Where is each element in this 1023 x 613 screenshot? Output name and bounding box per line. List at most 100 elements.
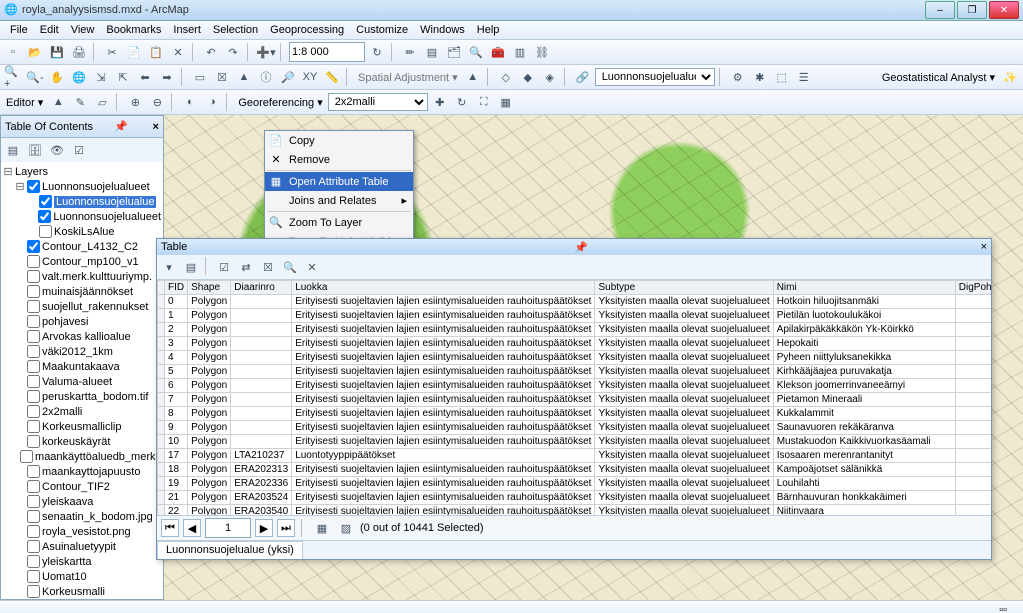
attribute-table[interactable]: FIDShapeDiaarinroLuokkaSubtypeNimiDigPoh… bbox=[157, 280, 991, 515]
spatial-adjustment-label[interactable]: Spatial Adjustment ▾ bbox=[355, 71, 461, 84]
print-icon[interactable]: 🖨 bbox=[69, 42, 89, 62]
toc-item[interactable]: pohjavesi bbox=[3, 314, 161, 329]
toc-item[interactable]: senaatin_k_bodom.jpg bbox=[3, 509, 161, 524]
arctoolbox-icon[interactable]: 🧰 bbox=[488, 42, 508, 62]
toc-item[interactable]: maankayttojapuusto bbox=[3, 464, 161, 479]
menu-bookmarks[interactable]: Bookmarks bbox=[100, 22, 167, 38]
editor-tool2-icon[interactable]: ▱ bbox=[92, 92, 112, 112]
toc-item[interactable]: peruskartta_bodom.tif bbox=[3, 389, 161, 404]
copy-icon[interactable]: 📄 bbox=[124, 42, 144, 62]
table-row[interactable]: 8PolygonErityisesti suojeltavien lajien … bbox=[158, 407, 992, 421]
col-header[interactable]: Shape bbox=[188, 281, 231, 295]
sa-link-icon[interactable]: 🔗 bbox=[573, 67, 593, 87]
toc-item[interactable]: royla_vesistot.png bbox=[3, 524, 161, 539]
toc-item[interactable]: Valuma-alueet bbox=[3, 374, 161, 389]
attr-switchsel-icon[interactable]: ⇄ bbox=[236, 257, 256, 277]
table-row[interactable]: 19PolygonERA202336Erityisesti suojeltavi… bbox=[158, 477, 992, 491]
ctx-joins-and-relates[interactable]: Joins and Relates▸ bbox=[265, 191, 413, 210]
nav-position[interactable] bbox=[205, 518, 251, 538]
menu-insert[interactable]: Insert bbox=[167, 22, 207, 38]
sa-tool5-icon[interactable]: ✱ bbox=[750, 67, 770, 87]
toc-item[interactable]: muinaisjäännökset bbox=[3, 284, 161, 299]
toc-item[interactable]: 2x2malli bbox=[3, 404, 161, 419]
toc-item[interactable]: Arvokas kallioalue bbox=[3, 329, 161, 344]
modelbuilder-icon[interactable]: ⛓ bbox=[532, 42, 552, 62]
geostat-wizard-icon[interactable]: ✨ bbox=[1000, 67, 1020, 87]
table-row[interactable]: 6PolygonErityisesti suojeltavien lajien … bbox=[158, 379, 992, 393]
toc-item[interactable]: KoskiLsAlue bbox=[3, 224, 161, 239]
toc-list-by-drawing-icon[interactable]: ▤ bbox=[3, 140, 23, 160]
col-header[interactable]: Luokka bbox=[292, 281, 595, 295]
sa-tool1-icon[interactable]: ◇ bbox=[496, 67, 516, 87]
fixedzoomout-icon[interactable]: ⇱ bbox=[113, 67, 133, 87]
goto-xy-icon[interactable]: XY bbox=[300, 67, 320, 87]
new-icon[interactable]: ▫ bbox=[3, 42, 23, 62]
col-header[interactable] bbox=[158, 281, 165, 295]
identify-icon[interactable]: ⓘ bbox=[256, 67, 276, 87]
sa-tool3-icon[interactable]: ◈ bbox=[540, 67, 560, 87]
clear-selection-icon[interactable]: ☒ bbox=[212, 67, 232, 87]
measure-icon[interactable]: 📏 bbox=[322, 67, 342, 87]
delete-icon[interactable]: ✕ bbox=[168, 42, 188, 62]
editor-pointer-icon[interactable]: ▲ bbox=[48, 92, 68, 112]
toc-item[interactable]: valt.merk.kulttuuriymp. bbox=[3, 269, 161, 284]
ctx-remove[interactable]: ✕Remove bbox=[265, 150, 413, 169]
georef-tool1-icon[interactable]: ✚ bbox=[430, 92, 450, 112]
toc-item[interactable]: Uomat10 bbox=[3, 569, 161, 584]
georef-tool3-icon[interactable]: ⛶ bbox=[474, 92, 494, 112]
table-row[interactable]: 7PolygonErityisesti suojeltavien lajien … bbox=[158, 393, 992, 407]
toc-item[interactable]: yleiskaava bbox=[3, 494, 161, 509]
attr-table-tab[interactable]: Luonnonsuojelualue (yksi) bbox=[157, 541, 303, 559]
menu-help[interactable]: Help bbox=[471, 22, 506, 38]
ctx-zoom-to-layer[interactable]: 🔍Zoom To Layer bbox=[265, 213, 413, 232]
attr-zoomsel-icon[interactable]: 🔍 bbox=[280, 257, 300, 277]
table-row[interactable]: 17PolygonLTA210237LuontotyyppipäätöksetY… bbox=[158, 449, 992, 463]
toc-icon[interactable]: ▤ bbox=[422, 42, 442, 62]
toc-item[interactable]: Contour_TIF2 bbox=[3, 479, 161, 494]
editor-label[interactable]: Editor ▾ bbox=[3, 96, 46, 109]
georef-tool2-icon[interactable]: ↻ bbox=[452, 92, 472, 112]
add-data-icon[interactable]: ➕▾ bbox=[256, 42, 276, 62]
save-icon[interactable]: 💾 bbox=[47, 42, 67, 62]
prev-extent-icon[interactable]: ⬅ bbox=[135, 67, 155, 87]
georef-tool4-icon[interactable]: ▦ bbox=[496, 92, 516, 112]
find-icon[interactable]: 🔎 bbox=[278, 67, 298, 87]
sa-pointer-icon[interactable]: ▲ bbox=[463, 67, 483, 87]
col-header[interactable]: DigPohja bbox=[955, 281, 991, 295]
sa-tool2-icon[interactable]: ◆ bbox=[518, 67, 538, 87]
editor-toolbar-icon[interactable]: ✏ bbox=[400, 42, 420, 62]
attr-table-pin-icon[interactable]: 📌 bbox=[574, 241, 588, 254]
table-row[interactable]: 10PolygonErityisesti suojeltavien lajien… bbox=[158, 435, 992, 449]
pan-icon[interactable]: ✋ bbox=[47, 67, 67, 87]
georef-layer-combo[interactable]: 2x2malli bbox=[328, 93, 428, 111]
menu-file[interactable]: File bbox=[4, 22, 34, 38]
nav-next-icon[interactable]: ▶ bbox=[255, 519, 273, 537]
close-button[interactable]: ✕ bbox=[989, 1, 1019, 19]
toc-item[interactable]: Korkeusmalliclip bbox=[3, 419, 161, 434]
table-row[interactable]: 3PolygonErityisesti suojeltavien lajien … bbox=[158, 337, 992, 351]
python-icon[interactable]: ▥ bbox=[510, 42, 530, 62]
menu-windows[interactable]: Windows bbox=[414, 22, 471, 38]
select-elements-icon[interactable]: ▲ bbox=[234, 67, 254, 87]
toc-list-by-source-icon[interactable]: 🗄 bbox=[25, 140, 45, 160]
maximize-button[interactable]: ❐ bbox=[957, 1, 987, 19]
nav-last-icon[interactable]: ⏭ bbox=[277, 519, 295, 537]
editor-tool6-icon[interactable]: ◑ bbox=[202, 92, 222, 112]
search-icon[interactable]: 🔍 bbox=[466, 42, 486, 62]
toc-item[interactable]: Contour_L4132_C2 bbox=[3, 239, 161, 254]
paste-icon[interactable]: 📋 bbox=[146, 42, 166, 62]
status-view-data-icon[interactable]: ▫▫ bbox=[999, 604, 1007, 613]
catalog-icon[interactable]: 🗂 bbox=[444, 42, 464, 62]
col-header[interactable]: Nimi bbox=[773, 281, 955, 295]
fullextent-icon[interactable]: 🌐 bbox=[69, 67, 89, 87]
nav-first-icon[interactable]: ⏮ bbox=[161, 519, 179, 537]
menu-view[interactable]: View bbox=[65, 22, 101, 38]
attr-related-icon[interactable]: ▤ bbox=[181, 257, 201, 277]
georef-label[interactable]: Georeferencing ▾ bbox=[235, 96, 325, 109]
toc-tree[interactable]: ⊟Layers⊟LuonnonsuojelualueetLuonnonsuoje… bbox=[1, 162, 163, 599]
table-row[interactable]: 2PolygonErityisesti suojeltavien lajien … bbox=[158, 323, 992, 337]
toc-item[interactable]: korkeuskäyrät bbox=[3, 434, 161, 449]
toc-list-by-selection-icon[interactable]: ☑ bbox=[69, 140, 89, 160]
table-row[interactable]: 21PolygonERA203524Erityisesti suojeltavi… bbox=[158, 491, 992, 505]
redo-icon[interactable]: ↷ bbox=[223, 42, 243, 62]
